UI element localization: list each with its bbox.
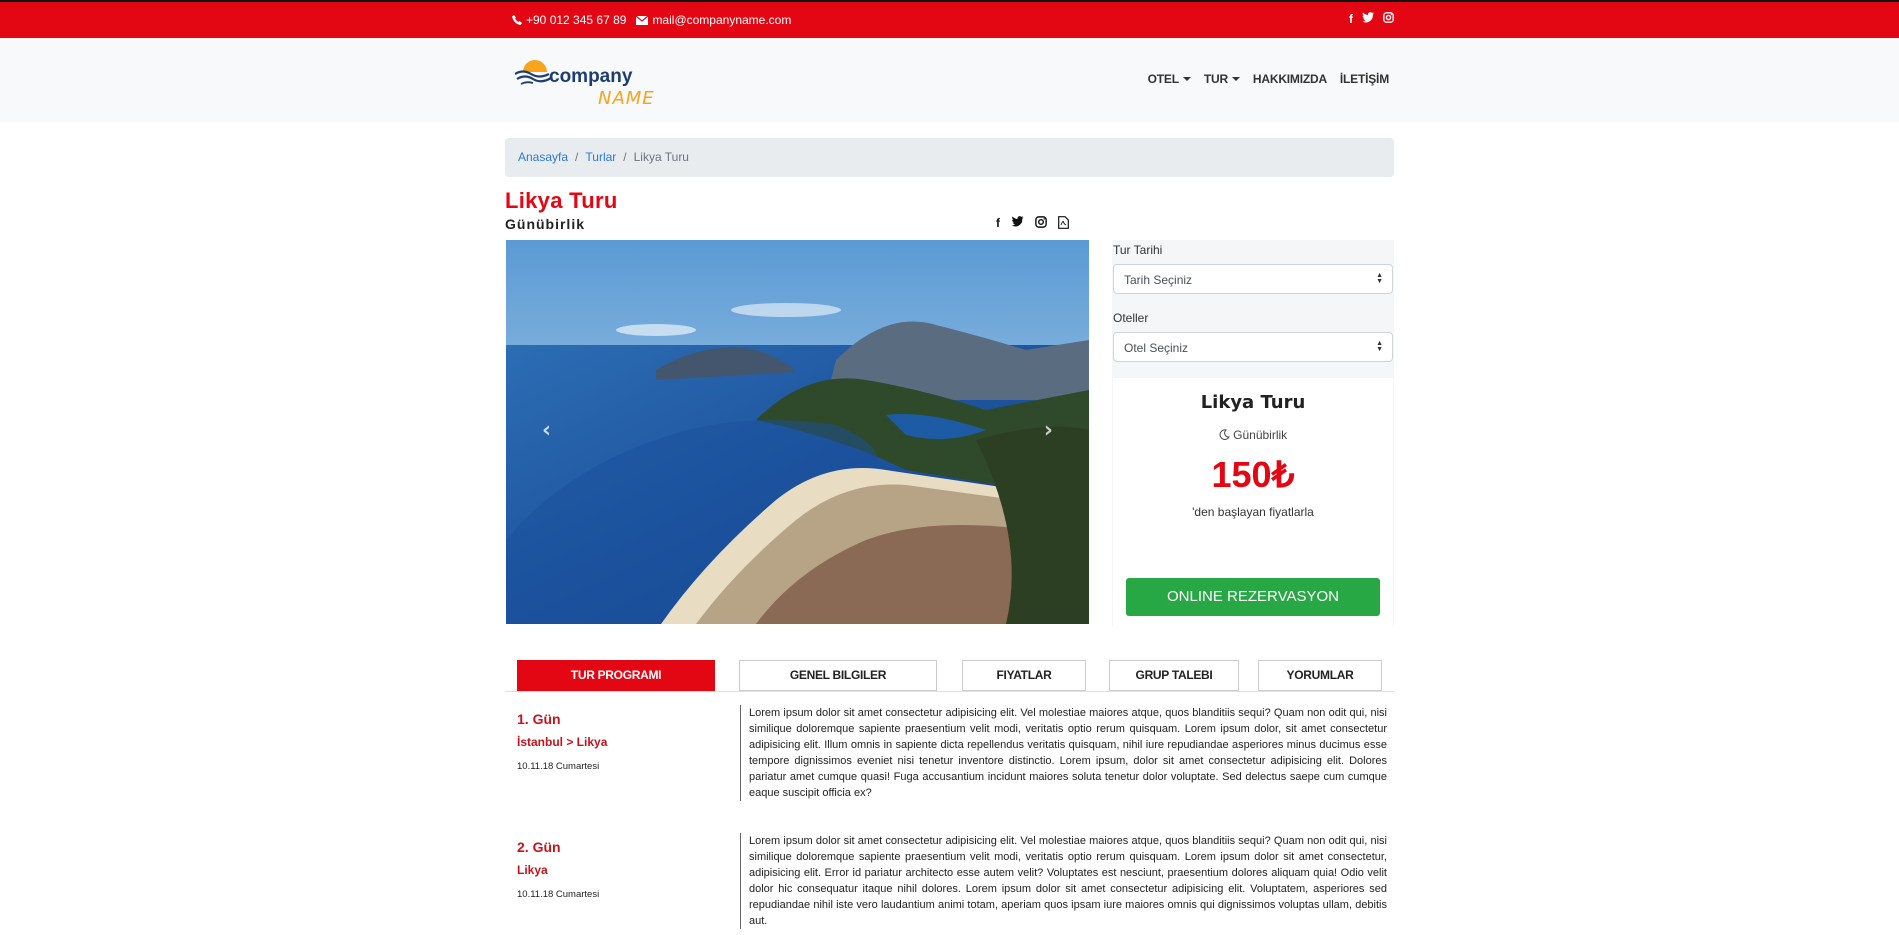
phone-icon — [512, 15, 522, 25]
tour-duration: Günübirlik — [505, 216, 585, 232]
nav-item-label: OTEL — [1147, 72, 1179, 86]
contact-info: +90 012 345 67 89 mail@companyname.com — [512, 13, 791, 27]
online-reservation-button[interactable]: ONLINE REZERVASYON — [1126, 578, 1380, 616]
top-bar: +90 012 345 67 89 mail@companyname.com f — [0, 0, 1899, 38]
nav-item-otel[interactable]: OTEL — [1148, 72, 1191, 86]
tab-fiyatlar[interactable]: FIYATLAR — [962, 660, 1086, 691]
carousel-next-icon[interactable]: › — [1044, 418, 1053, 443]
hotel-select[interactable]: Otel Seçiniz ▲ ▼ — [1113, 332, 1393, 362]
topbar-social-links: f — [1349, 12, 1394, 26]
day-date: 10.11.18 Cumartesi — [517, 761, 600, 772]
envelope-icon — [636, 15, 649, 25]
twitter-icon[interactable] — [1011, 216, 1024, 227]
logo-text-name: NAME — [598, 88, 655, 109]
tour-price: 150₺ — [1211, 454, 1295, 495]
day-route: Likya — [517, 863, 548, 877]
facebook-icon[interactable]: f — [996, 216, 1000, 230]
nav-item-label: HAKKIMIZDA — [1252, 72, 1327, 86]
tour-date-label: Tur Tarihi — [1113, 243, 1163, 257]
email-contact[interactable]: mail@companyname.com — [636, 13, 791, 27]
breadcrumb-separator: / — [623, 150, 627, 164]
tour-date-value: Tarih Seçiniz — [1124, 273, 1193, 287]
nav-menu: OTEL TUR HAKKIMIZDA İLETİŞİM — [1148, 72, 1390, 86]
select-arrows-icon: ▲ ▼ — [1376, 272, 1383, 285]
main-navbar — [0, 38, 1899, 122]
moon-icon — [1219, 429, 1230, 440]
pdf-icon[interactable] — [1058, 216, 1069, 229]
tour-image-carousel[interactable]: ‹ › — [506, 240, 1089, 624]
duration-text: Günübirlik — [1233, 428, 1288, 442]
hotel-label: Oteller — [1113, 311, 1149, 325]
nav-item-hakkimizda[interactable]: HAKKIMIZDA — [1253, 72, 1327, 86]
day-route: İstanbul > Likya — [517, 735, 608, 749]
tab-tur-programi[interactable]: TUR PROGRAMI — [517, 660, 715, 691]
carousel-prev-icon[interactable]: ‹ — [542, 418, 551, 443]
nav-item-label: İLETİŞİM — [1339, 72, 1389, 86]
tour-tabs: TUR PROGRAMI GENEL BILGILER FIYATLAR GRU… — [505, 658, 1394, 692]
instagram-icon[interactable] — [1035, 216, 1047, 228]
tour-date-select[interactable]: Tarih Seçiniz ▲ ▼ — [1113, 264, 1393, 294]
email-address: mail@companyname.com — [652, 13, 792, 27]
tab-grup-talebi[interactable]: GRUP TALEBI — [1109, 660, 1239, 691]
logo-text-company: company — [549, 66, 633, 87]
booking-panel: Tur Tarihi Tarih Seçiniz ▲ ▼ Oteller Otel… — [1112, 240, 1394, 626]
price-card: Likya Turu Günübirlik 150₺ 'den başlayan… — [1113, 378, 1393, 626]
price-note: 'den başlayan fiyatlarla — [1192, 505, 1314, 519]
day-number: 1. Gün — [517, 711, 561, 727]
twitter-icon[interactable] — [1362, 12, 1374, 23]
caret-down-icon — [1231, 77, 1240, 81]
breadcrumb-separator: / — [575, 150, 579, 164]
nav-item-tur[interactable]: TUR — [1204, 72, 1240, 86]
share-links: f — [996, 216, 1069, 230]
phone-number: +90 012 345 67 89 — [526, 13, 627, 27]
caret-down-icon — [1182, 77, 1191, 81]
instagram-icon[interactable] — [1383, 12, 1394, 23]
landscape-photo — [506, 240, 1089, 624]
day-description: Lorem ipsum dolor sit amet consectetur a… — [740, 705, 1387, 801]
day-date: 10.11.18 Cumartesi — [517, 889, 600, 900]
day-number: 2. Gün — [517, 839, 561, 855]
breadcrumb-current: Likya Turu — [633, 150, 689, 164]
breadcrumb: Anasayfa / Turlar / Likya Turu — [505, 138, 1394, 177]
facebook-icon[interactable]: f — [1349, 12, 1353, 26]
day-description: Lorem ipsum dolor sit amet consectetur a… — [740, 833, 1387, 929]
tab-genel-bilgiler[interactable]: GENEL BILGILER — [739, 660, 937, 691]
select-arrows-icon: ▲ ▼ — [1376, 340, 1383, 353]
phone-contact[interactable]: +90 012 345 67 89 — [512, 13, 626, 27]
price-card-title: Likya Turu — [1200, 392, 1306, 413]
breadcrumb-home-link[interactable]: Anasayfa — [518, 150, 568, 164]
breadcrumb-section-link[interactable]: Turlar — [585, 150, 616, 164]
tab-yorumlar[interactable]: YORUMLAR — [1258, 660, 1382, 691]
nav-item-iletisim[interactable]: İLETİŞİM — [1340, 72, 1389, 86]
hotel-value: Otel Seçiniz — [1124, 341, 1189, 355]
company-logo[interactable]: company NAME — [515, 52, 665, 112]
tour-title: Likya Turu — [505, 188, 618, 213]
price-card-duration: Günübirlik — [1113, 428, 1393, 442]
nav-item-label: TUR — [1203, 72, 1228, 86]
